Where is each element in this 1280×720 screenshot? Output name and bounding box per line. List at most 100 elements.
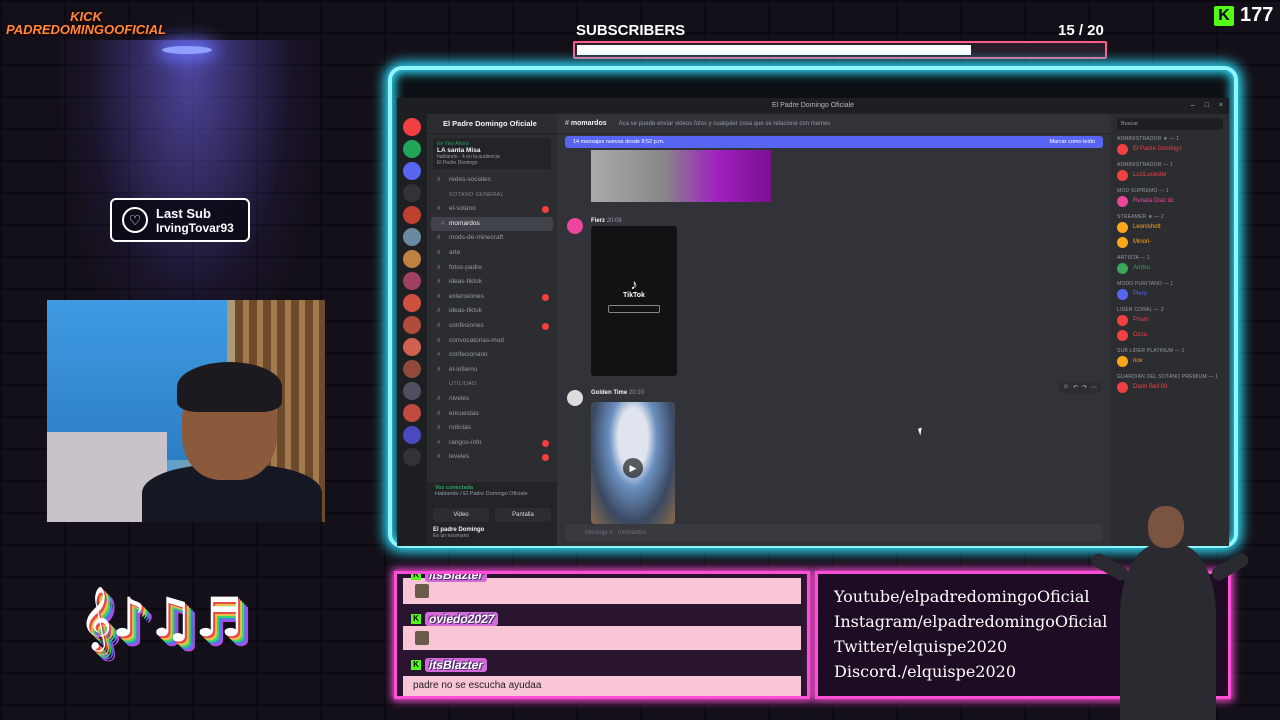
channel-name: PADREDOMINGOOFICIAL bbox=[6, 22, 167, 37]
member-item[interactable]: Minori- bbox=[1117, 235, 1223, 250]
channel-item[interactable]: # mods-de-minecraft bbox=[427, 231, 557, 246]
server-icon[interactable] bbox=[403, 228, 421, 246]
server-icon[interactable] bbox=[403, 272, 421, 290]
channel-item[interactable]: # arte bbox=[427, 246, 557, 261]
member-item[interactable]: Priam bbox=[1117, 313, 1223, 328]
avatar bbox=[1117, 196, 1128, 207]
channel-category[interactable]: UTILIDAD bbox=[427, 377, 557, 392]
channel-label: fotos-padre bbox=[449, 263, 482, 271]
message-image[interactable] bbox=[591, 150, 771, 202]
reply-icon[interactable]: ↶ bbox=[1073, 384, 1078, 391]
channel-item[interactable]: # ideas-tiktok bbox=[427, 275, 557, 290]
channel-item[interactable]: # confesiones bbox=[427, 319, 557, 334]
kick-badge-icon: K bbox=[411, 574, 421, 580]
channel-label: ideas-tiktok bbox=[449, 278, 482, 286]
stage-host: El Padre Domingo bbox=[437, 160, 478, 166]
maximize-icon[interactable]: □ bbox=[1205, 98, 1209, 114]
channel-item[interactable]: # rangos-info bbox=[427, 436, 557, 451]
tiktok-embed[interactable]: ♪ TikTok bbox=[591, 226, 677, 376]
server-icon[interactable] bbox=[403, 316, 421, 334]
author-name[interactable]: Golden Time bbox=[591, 390, 627, 396]
member-item[interactable]: nov bbox=[1117, 354, 1223, 369]
tiktok-open-button[interactable] bbox=[608, 305, 660, 313]
channel-item[interactable]: # el-infierno bbox=[427, 363, 557, 378]
heart-icon: ♡ bbox=[122, 207, 148, 233]
channel-label: confecionario bbox=[449, 351, 488, 359]
avatar[interactable] bbox=[567, 390, 583, 406]
channel-item[interactable]: # niveles bbox=[427, 392, 557, 407]
member-item[interactable]: Arntsu bbox=[1117, 261, 1223, 276]
author-name[interactable]: Fierz bbox=[591, 218, 605, 224]
play-icon[interactable]: ▶ bbox=[623, 458, 643, 478]
server-icon[interactable] bbox=[403, 162, 421, 180]
member-item[interactable]: Dann Bell 09 bbox=[1117, 380, 1223, 395]
member-item[interactable]: El Padre Domingo bbox=[1117, 142, 1223, 157]
search-input[interactable]: Buscar bbox=[1117, 118, 1223, 130]
channel-label: rangos-info bbox=[449, 438, 482, 446]
chat-username: K oviedo2027 bbox=[411, 612, 499, 626]
server-icon[interactable] bbox=[403, 294, 421, 312]
member-item[interactable]: Piero bbox=[1117, 287, 1223, 302]
channel-label: confesiones bbox=[449, 321, 484, 329]
stage-name: LA santa Misa bbox=[437, 147, 481, 154]
server-icon[interactable] bbox=[403, 360, 421, 378]
chat-row bbox=[403, 626, 801, 650]
channel-item[interactable]: # confecionario bbox=[427, 348, 557, 363]
server-icon[interactable] bbox=[403, 250, 421, 268]
hash-icon: # bbox=[441, 219, 445, 227]
channel-item[interactable]: # fotos-padre bbox=[427, 261, 557, 276]
new-messages-bar[interactable]: 14 mensajes nuevos desde 8:52 p.m. Marca… bbox=[565, 136, 1103, 148]
server-icon[interactable] bbox=[403, 404, 421, 422]
mark-read-button[interactable]: Marcar como leído bbox=[1049, 136, 1095, 148]
message-input[interactable]: Mensaje # · momardos bbox=[565, 524, 1103, 542]
chat-row: padre no se escucha ayudaa bbox=[403, 676, 801, 696]
member-item[interactable]: LuziLucester bbox=[1117, 168, 1223, 183]
kick-channel-name: KICK PADREDOMINGOOFICIAL bbox=[6, 10, 166, 36]
channel-label: el-infierno bbox=[449, 365, 478, 373]
member-name: Renata Diaz dc bbox=[1133, 198, 1175, 204]
member-item[interactable]: Leonlshott bbox=[1117, 220, 1223, 235]
channel-item[interactable]: # momardos bbox=[431, 216, 553, 232]
channel-item[interactable]: # encuestas bbox=[427, 407, 557, 422]
server-icon[interactable] bbox=[403, 206, 421, 224]
voice-panel: Voz conectada Hablando / El Padre Doming… bbox=[427, 482, 557, 506]
hash-icon: # bbox=[437, 278, 441, 286]
channel-item[interactable]: # convocatorias-mod bbox=[427, 334, 557, 349]
more-icon[interactable]: ⋯ bbox=[1091, 384, 1097, 391]
reaction-icon[interactable]: ☺ bbox=[1063, 384, 1069, 391]
server-icon[interactable] bbox=[403, 382, 421, 400]
stage-event[interactable]: En Vivo Ahora LA santa Misa hablando · 4… bbox=[433, 138, 551, 169]
server-name[interactable]: El Padre Domingo Oficiale bbox=[427, 114, 557, 134]
channel-category[interactable]: SOTANO GENERAL bbox=[427, 188, 557, 203]
channel-item[interactable]: # ideas-tiktok bbox=[427, 304, 557, 319]
channel-sidebar: El Padre Domingo Oficiale En Vivo Ahora … bbox=[427, 114, 557, 546]
chat-emote bbox=[415, 631, 429, 645]
add-server-icon[interactable] bbox=[403, 448, 421, 466]
forward-icon[interactable]: ↷ bbox=[1082, 384, 1087, 391]
server-icon[interactable] bbox=[403, 140, 421, 158]
channel-item[interactable]: # extensiones bbox=[427, 290, 557, 305]
mention-badge bbox=[542, 206, 549, 214]
channel-item[interactable]: # el-sotano bbox=[427, 202, 557, 217]
member-item[interactable]: Ozca bbox=[1117, 328, 1223, 343]
avatar bbox=[1117, 222, 1128, 233]
video-button[interactable]: Video bbox=[433, 508, 489, 522]
server-icon[interactable] bbox=[403, 184, 421, 202]
channel-item[interactable]: # noticias bbox=[427, 421, 557, 436]
member-name: Priam bbox=[1133, 317, 1149, 323]
screen-share-button[interactable]: Pantalla bbox=[495, 508, 551, 522]
channel-item[interactable]: # redes-sociales bbox=[427, 173, 557, 188]
chat-user-name: oviedo2027 bbox=[425, 612, 499, 626]
member-name: nov bbox=[1133, 358, 1143, 364]
member-item[interactable]: Renata Diaz dc bbox=[1117, 194, 1223, 209]
minimize-icon[interactable]: – bbox=[1191, 98, 1195, 114]
close-icon[interactable]: × bbox=[1219, 98, 1223, 114]
server-icon[interactable] bbox=[403, 426, 421, 444]
kick-badge-icon: K bbox=[411, 660, 421, 670]
video-attachment[interactable]: ▶ bbox=[591, 402, 675, 524]
avatar[interactable] bbox=[567, 218, 583, 234]
server-icon[interactable] bbox=[403, 338, 421, 356]
server-icon[interactable] bbox=[403, 118, 421, 136]
hash-icon: # bbox=[437, 205, 441, 213]
channel-item[interactable]: # leveles bbox=[427, 450, 557, 465]
